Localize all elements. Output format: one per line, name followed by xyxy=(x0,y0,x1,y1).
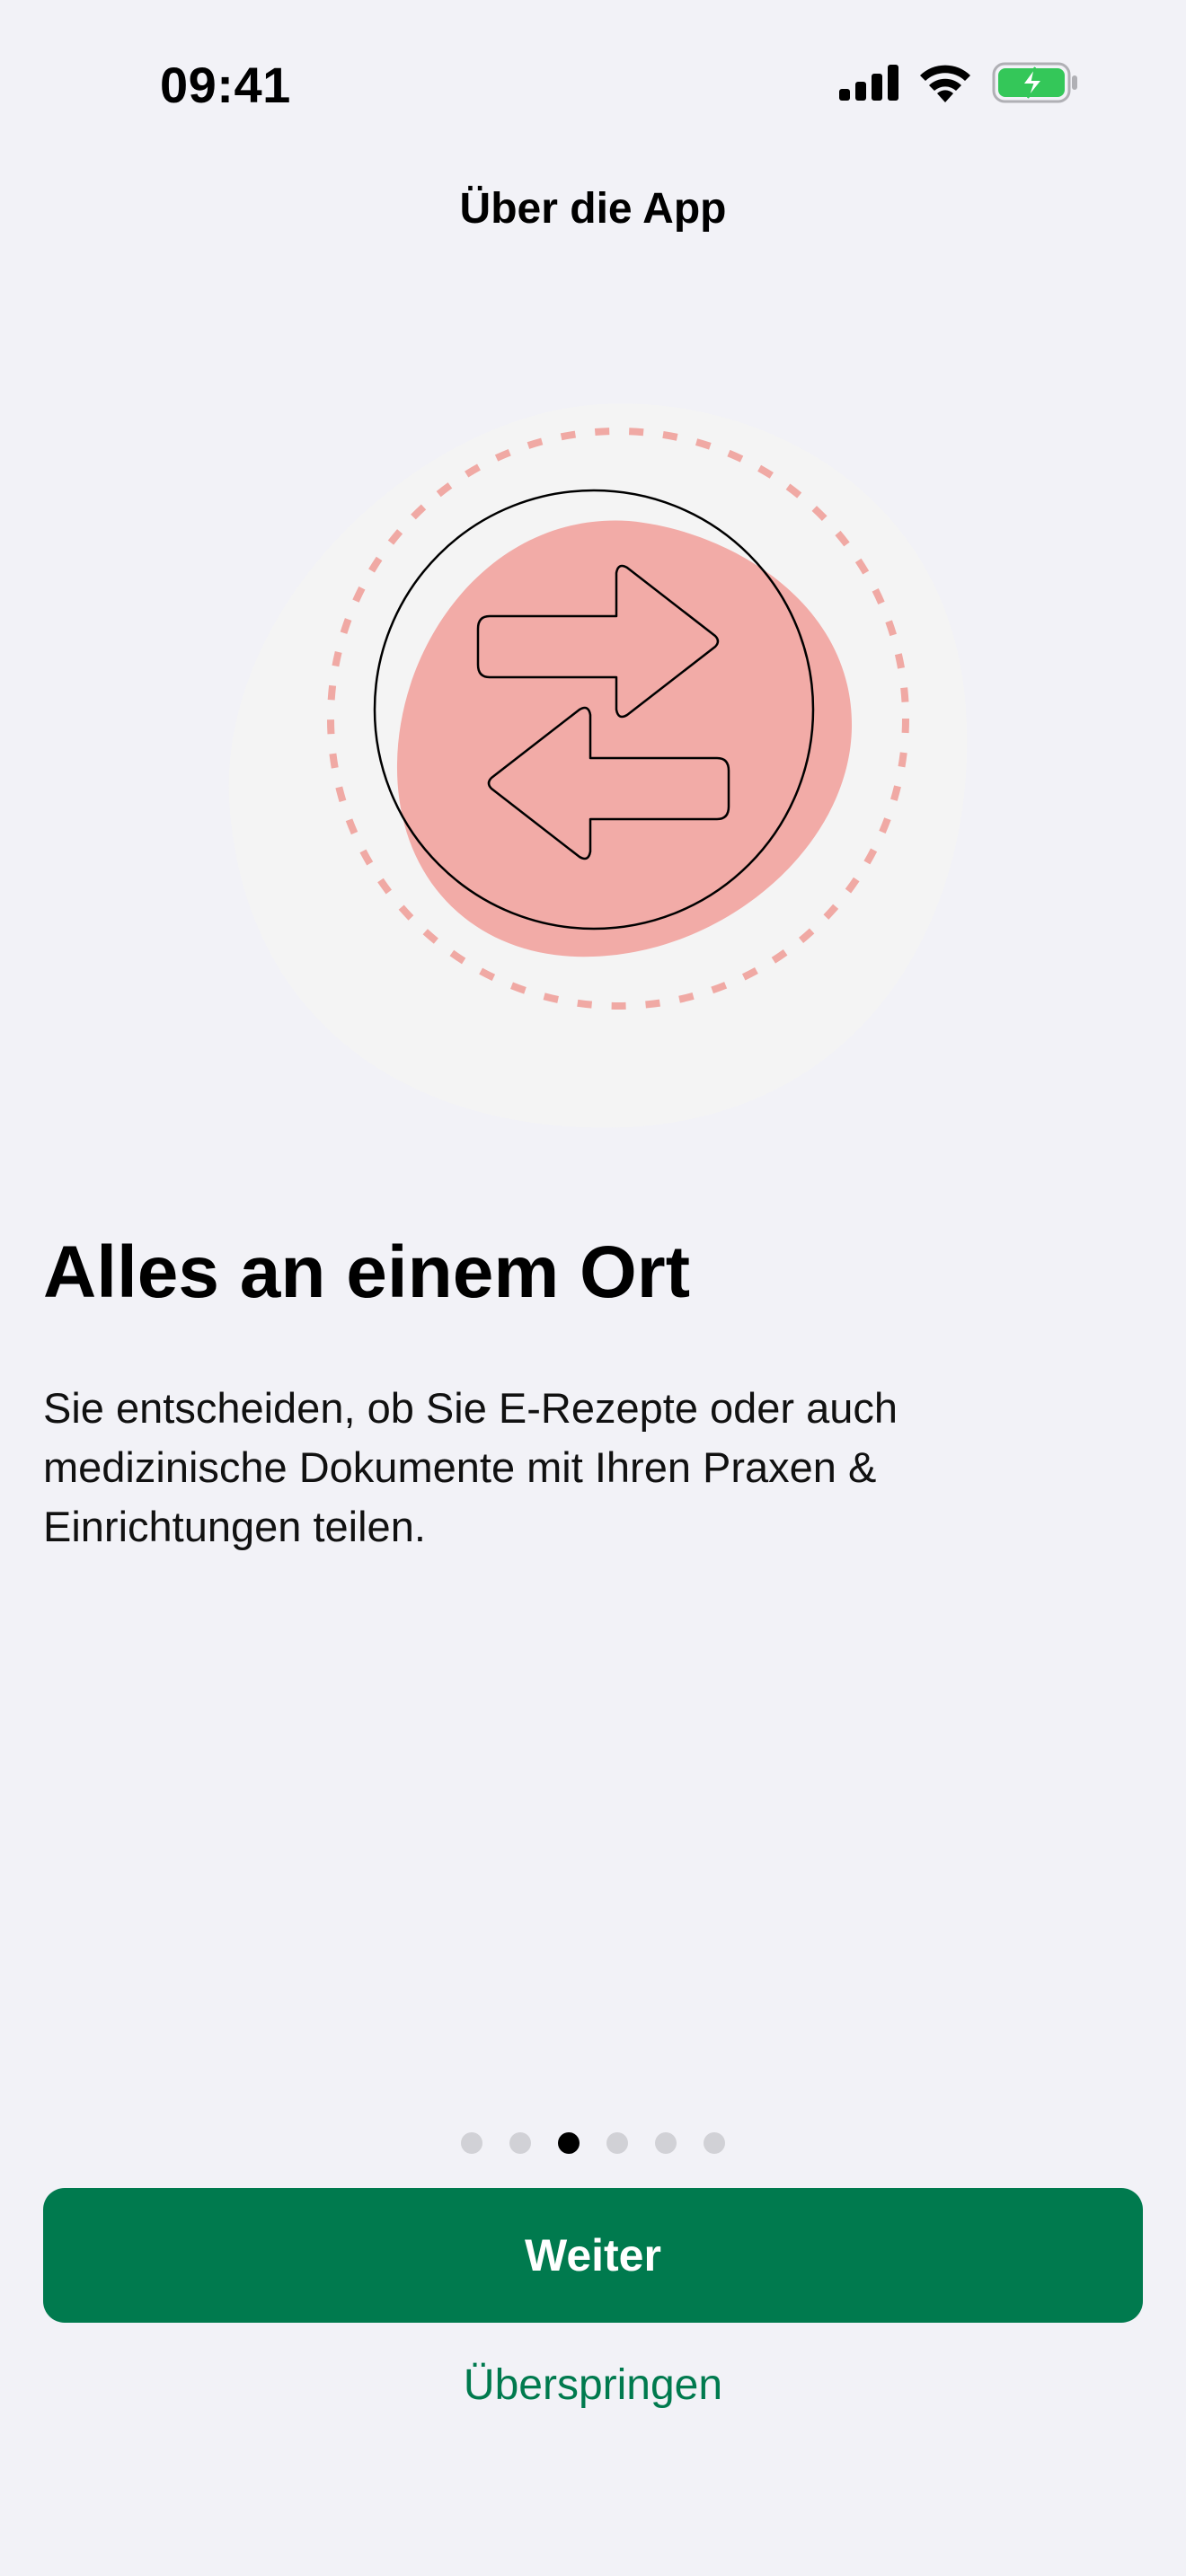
cellular-signal-icon xyxy=(839,64,898,105)
status-bar: 09:41 xyxy=(0,0,1186,171)
page-dot-3-active[interactable] xyxy=(558,2132,580,2154)
page-dot-6[interactable] xyxy=(704,2132,725,2154)
status-time: 09:41 xyxy=(160,57,291,113)
battery-charging-icon xyxy=(992,62,1078,108)
wifi-icon xyxy=(918,63,972,107)
status-icons xyxy=(839,62,1078,108)
page-dot-2[interactable] xyxy=(509,2132,531,2154)
onboarding-headline: Alles an einem Ort xyxy=(43,1231,691,1313)
page-title: Über die App xyxy=(459,185,727,233)
onboarding-screen: 09:41 Über die App Alles an einem Ort Si… xyxy=(0,0,1186,2576)
page-indicator[interactable] xyxy=(0,2132,1186,2154)
next-button[interactable]: Weiter xyxy=(43,2188,1143,2323)
page-dot-4[interactable] xyxy=(606,2132,628,2154)
skip-button[interactable]: Überspringen xyxy=(0,2360,1186,2410)
page-dot-1[interactable] xyxy=(461,2132,482,2154)
onboarding-illustration xyxy=(207,377,979,1150)
page-dot-5[interactable] xyxy=(655,2132,677,2154)
onboarding-description: Sie entscheiden, ob Sie E-Rezepte oder a… xyxy=(43,1384,898,1550)
